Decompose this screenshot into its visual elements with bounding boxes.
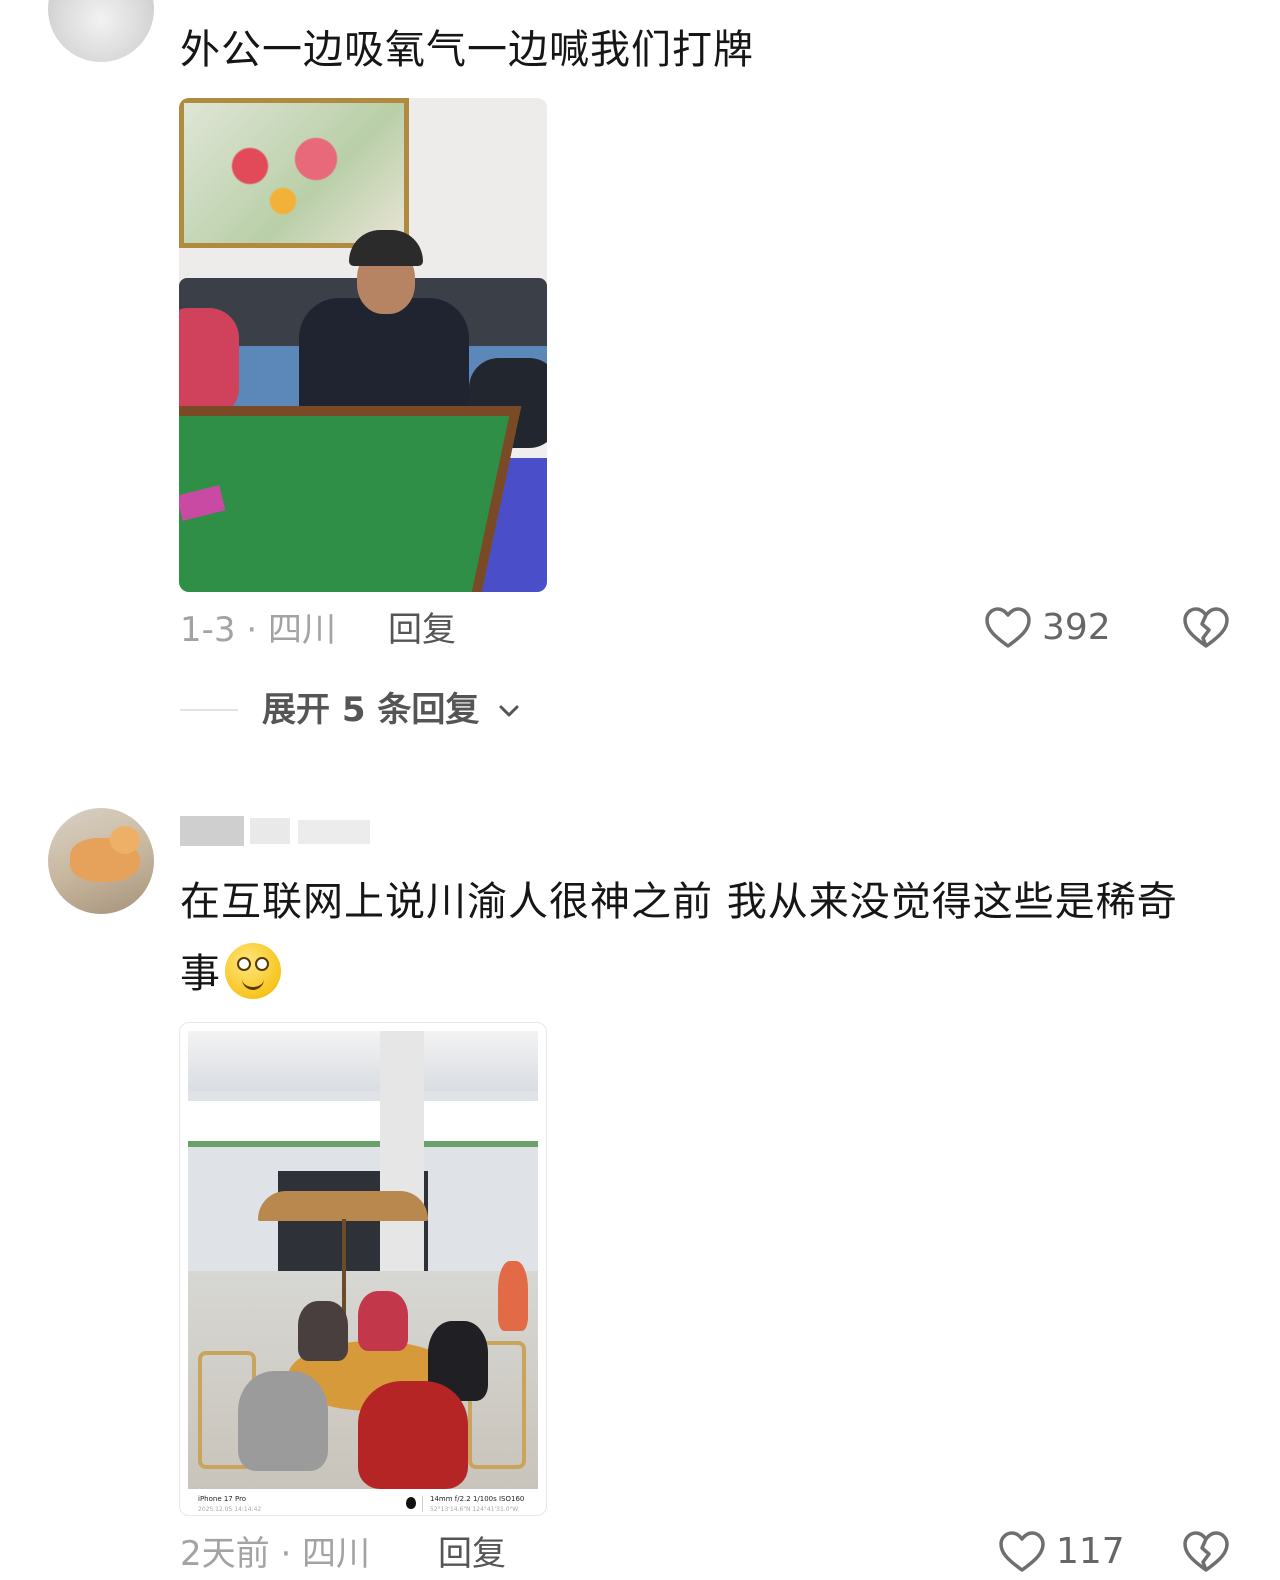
comment-text-content: 在互联网上说川渝人很神之前 我从来没觉得这些是稀奇事 [180,879,1178,997]
caption-divider [422,1496,423,1512]
like-count: 117 [1056,1531,1125,1572]
reply-button[interactable]: 回复 [438,1534,506,1574]
photo-left-person [179,308,239,418]
photo-specs: 14mm f/2.2 1/100s ISO160 [430,1495,525,1503]
photo-person [238,1371,328,1471]
photo-balcony [188,1101,538,1147]
expand-divider [180,709,238,711]
username-blurred[interactable] [180,816,370,846]
comment-photo[interactable] [179,98,547,592]
chevron-down-icon [499,705,519,717]
smiley-emoji [225,943,281,999]
reply-button[interactable]: 回复 [388,610,456,650]
comment-meta: 2天前 · 四川 [180,1534,371,1574]
photo-datetime: 2025.12.05 14:14:42 [198,1506,262,1513]
photo-painting [179,98,409,248]
blur-block [180,816,244,846]
comment-meta: 1-3 · 四川 [180,610,336,650]
photo-exif-caption: iPhone 17 Pro 2025.12.05 14:14:42 14mm f… [180,1491,546,1515]
heart-outline-icon [999,1531,1045,1572]
avatar-cat-head [110,826,140,854]
photo-location: 52°13'14.6"N 124°41'31.0"W [430,1506,519,1513]
photo-ceiling [188,1031,538,1091]
blur-block [250,818,290,844]
like-count: 392 [1042,607,1111,648]
photo-umbrella [258,1191,428,1221]
apple-logo-icon [406,1497,416,1509]
comment-text: 外公一边吸氧气一边喊我们打牌 [180,27,754,73]
emoji-eye [237,957,251,971]
photo-person [358,1291,408,1351]
emoji-mouth [242,977,264,990]
comment-photo[interactable]: iPhone 17 Pro 2025.12.05 14:14:42 14mm f… [179,1022,547,1516]
expand-replies-label: 展开 5 条回复 [262,690,480,730]
photo-person [358,1381,468,1489]
emoji-eye [255,957,269,971]
comment-text: 在互联网上说川渝人很神之前 我从来没觉得这些是稀奇事 [180,866,1210,1010]
photo-pillar [380,1031,424,1291]
photo-mall-scene [188,1031,538,1489]
photo-card-table [179,406,522,592]
avatar[interactable] [48,808,154,914]
photo-person [298,1301,348,1361]
broken-heart-icon[interactable] [1182,606,1230,650]
blur-block [298,820,370,844]
photo-device: iPhone 17 Pro [198,1495,247,1503]
photo-person [498,1261,528,1331]
broken-heart-icon[interactable] [1182,1530,1230,1574]
heart-outline-icon [985,607,1031,648]
avatar[interactable] [48,0,154,62]
expand-replies-button[interactable]: 展开 5 条回复 [180,690,580,730]
